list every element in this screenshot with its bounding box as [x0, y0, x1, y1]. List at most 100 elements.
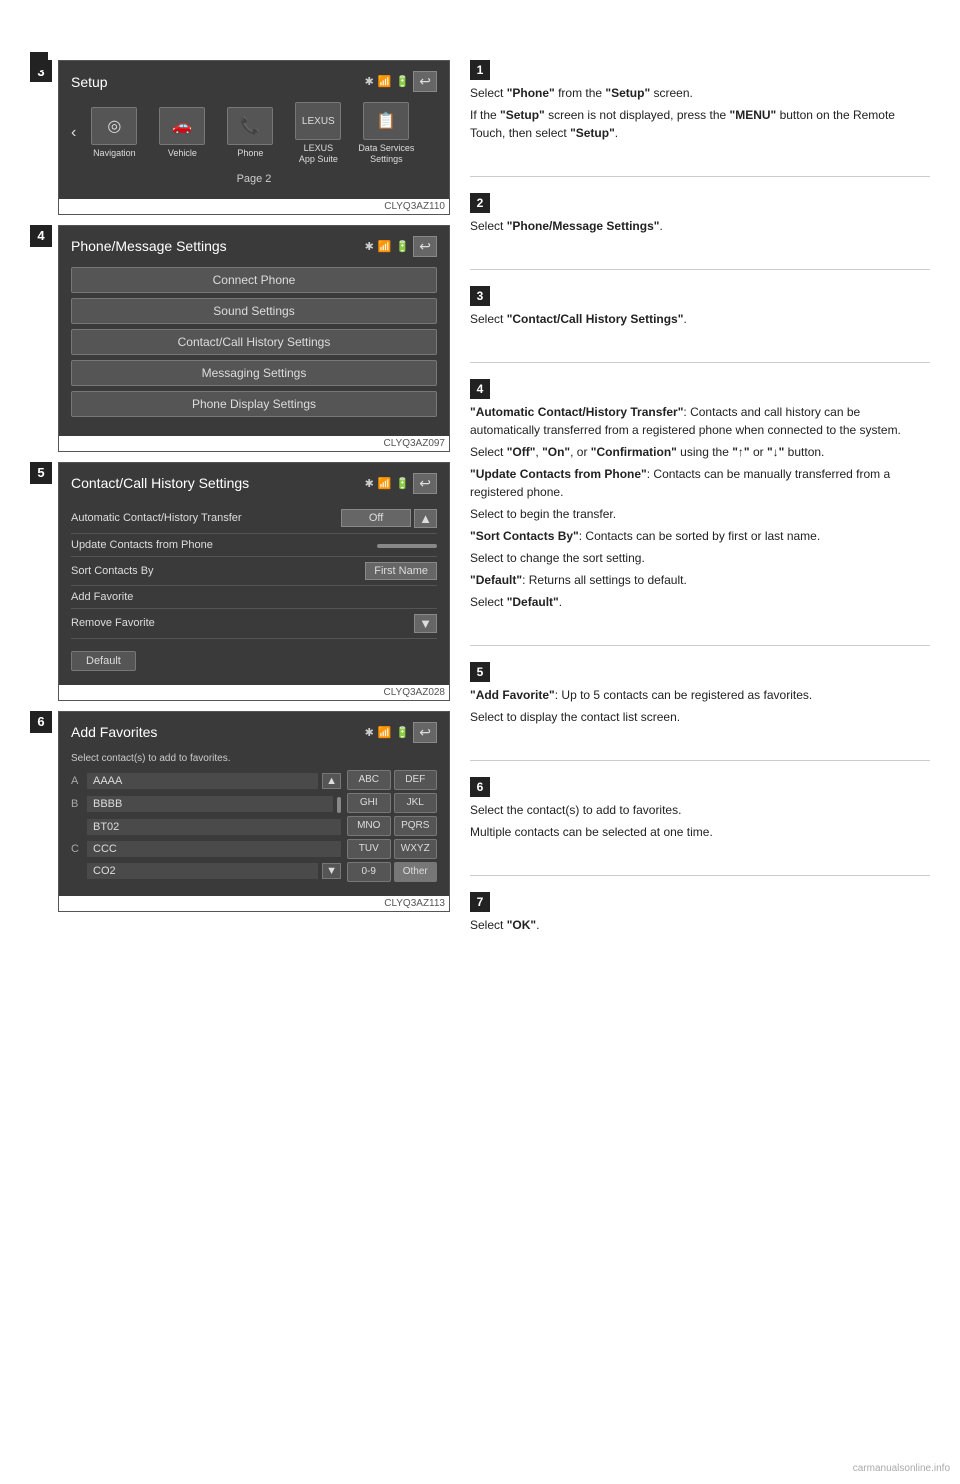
add-favorites-header: Add Favorites ✱ 📶 🔋 ↩ — [71, 722, 437, 743]
phone-icon-label: Phone — [237, 148, 263, 159]
nav-icon-item[interactable]: ◎ Navigation — [80, 107, 148, 159]
remove-favorite-row: Remove Favorite ▼ — [71, 609, 437, 639]
right-section-7-header: 7 — [470, 892, 930, 912]
signal-icon: 📶 — [378, 75, 392, 88]
sort-contacts-row: Sort Contacts By First Name — [71, 557, 437, 586]
add-favorites-icons: ✱ 📶 🔋 ↩ — [365, 722, 437, 743]
auto-transfer-up[interactable]: ▲ — [414, 509, 437, 528]
add-favorite-row[interactable]: Add Favorite — [71, 586, 437, 609]
alpha-tuv[interactable]: TUV — [347, 839, 391, 859]
auto-transfer-value: Off — [341, 509, 411, 527]
alpha-other[interactable]: Other — [394, 862, 438, 882]
contact-bbbb-bar — [337, 797, 341, 813]
contact-co2-arrow[interactable]: ▼ — [322, 863, 341, 879]
signal-icon-4: 📶 — [378, 726, 392, 739]
right-section-6: 6 Select the contact(s) to add to favori… — [470, 777, 930, 845]
setup-screen-inner: Setup ✱ 📶 🔋 ↩ ‹ ◎ Navigation — [59, 61, 449, 199]
default-button[interactable]: Default — [71, 651, 136, 671]
bluetooth-icon: ✱ — [365, 75, 374, 88]
contact-list: A AAAA ▲ B BBBB — [71, 770, 341, 882]
contact-aaaa-arrow[interactable]: ▲ — [322, 773, 341, 789]
phone-icon-item[interactable]: 📞 Phone — [216, 107, 284, 159]
section-6-row: 6 Add Favorites ✱ 📶 🔋 ↩ Select contact(s… — [30, 711, 450, 912]
badge-5-right: 5 — [470, 662, 490, 682]
add-favorites-code: CLYQ3AZ113 — [59, 896, 449, 911]
bt-icon-3: ✱ — [365, 477, 374, 490]
connect-phone-btn[interactable]: Connect Phone — [71, 267, 437, 293]
alpha-wxyz[interactable]: WXYZ — [394, 839, 438, 859]
alpha-def[interactable]: DEF — [394, 770, 438, 790]
vehicle-icon-item[interactable]: 🚗 Vehicle — [148, 107, 216, 159]
data-services-icon-label: Data ServicesSettings — [358, 143, 414, 165]
messaging-settings-btn[interactable]: Messaging Settings — [71, 360, 437, 386]
favorites-content: A AAAA ▲ B BBBB — [71, 770, 437, 882]
page-indicator — [30, 52, 48, 70]
contact-call-history-btn[interactable]: Contact/Call History Settings — [71, 329, 437, 355]
alpha-abc[interactable]: ABC — [347, 770, 391, 790]
left-column: 3 Setup ✱ 📶 🔋 ↩ ‹ — [30, 60, 450, 952]
group-label-a: A — [71, 775, 83, 787]
auto-transfer-label: Automatic Contact/History Transfer — [71, 512, 242, 524]
signal-icon-3: 📶 — [378, 477, 392, 490]
section-4-row: 4 Phone/Message Settings ✱ 📶 🔋 ↩ Connect… — [30, 225, 450, 452]
setup-screen-header: Setup ✱ 📶 🔋 ↩ — [71, 71, 437, 92]
badge-3-right: 3 — [470, 286, 490, 306]
sound-settings-btn[interactable]: Sound Settings — [71, 298, 437, 324]
page-label: Page 2 — [71, 173, 437, 185]
data-services-icon-item[interactable]: 📋 Data ServicesSettings — [352, 102, 420, 165]
contact-history-code: CLYQ3AZ028 — [59, 685, 449, 700]
right-text-1: Select "Phone" from the "Setup" screen. … — [470, 84, 930, 142]
back-button-4[interactable]: ↩ — [413, 722, 437, 743]
setup-screen-icons: ✱ 📶 🔋 ↩ — [365, 71, 437, 92]
back-button[interactable]: ↩ — [413, 71, 437, 92]
add-favorites-subtitle: Select contact(s) to add to favorites. — [71, 753, 437, 764]
right-section-1-header: 1 — [470, 60, 930, 80]
right-section-5-header: 5 — [470, 662, 930, 682]
right-section-2: 2 Select "Phone/Message Settings". — [470, 193, 930, 239]
section-3-row: 3 Setup ✱ 📶 🔋 ↩ ‹ — [30, 60, 450, 215]
divider-2-3 — [470, 269, 930, 270]
divider-6-7 — [470, 875, 930, 876]
contact-co2[interactable]: CO2 — [87, 863, 318, 879]
alpha-grid: ABC DEF GHI JKL MNO PQRS TUV WXYZ 0-9 Ot… — [347, 770, 437, 882]
badge-4-right: 4 — [470, 379, 490, 399]
divider-5-6 — [470, 760, 930, 761]
battery-icon-4: 🔋 — [396, 726, 410, 739]
phone-message-screen-panel: Phone/Message Settings ✱ 📶 🔋 ↩ Connect P… — [58, 225, 450, 452]
lexus-icon-item[interactable]: LEXUS LEXUSApp Suite — [284, 102, 352, 165]
alpha-mno[interactable]: MNO — [347, 816, 391, 836]
right-section-6-header: 6 — [470, 777, 930, 797]
add-favorites-screen-inner: Add Favorites ✱ 📶 🔋 ↩ Select contact(s) … — [59, 712, 449, 896]
phone-message-title: Phone/Message Settings — [71, 238, 227, 254]
nav-icon-box: ◎ — [91, 107, 137, 145]
contact-ccc[interactable]: CCC — [87, 841, 341, 857]
vehicle-icon-box: 🚗 — [159, 107, 205, 145]
contact-bbbb[interactable]: BBBB — [87, 796, 333, 812]
data-services-icon-box: 📋 — [363, 102, 409, 140]
bt-icon-4: ✱ — [365, 726, 374, 739]
divider-4-5 — [470, 645, 930, 646]
back-button-3[interactable]: ↩ — [413, 473, 437, 494]
remove-favorite-down[interactable]: ▼ — [414, 614, 437, 633]
alpha-pqrs[interactable]: PQRS — [394, 816, 438, 836]
alpha-09[interactable]: 0-9 — [347, 862, 391, 882]
phone-message-icons: ✱ 📶 🔋 ↩ — [365, 236, 437, 257]
alpha-jkl[interactable]: JKL — [394, 793, 438, 813]
right-section-4-header: 4 — [470, 379, 930, 399]
remove-favorite-label: Remove Favorite — [71, 617, 155, 629]
phone-message-header: Phone/Message Settings ✱ 📶 🔋 ↩ — [71, 236, 437, 257]
contact-bt02[interactable]: BT02 — [87, 819, 341, 835]
update-bar — [377, 544, 437, 548]
back-button-2[interactable]: ↩ — [413, 236, 437, 257]
phone-display-settings-btn[interactable]: Phone Display Settings — [71, 391, 437, 417]
contact-row-bbbb: B BBBB — [71, 792, 341, 816]
contact-history-title: Contact/Call History Settings — [71, 475, 249, 491]
nav-arrow-left[interactable]: ‹ — [71, 124, 80, 142]
right-text-4: "Automatic Contact/History Transfer": Co… — [470, 403, 930, 611]
setup-screen-code: CLYQ3AZ110 — [59, 199, 449, 214]
lexus-icon-label: LEXUSApp Suite — [299, 143, 338, 165]
badge-5-left: 5 — [30, 462, 52, 484]
alpha-ghi[interactable]: GHI — [347, 793, 391, 813]
contact-aaaa[interactable]: AAAA — [87, 773, 318, 789]
sort-contacts-label: Sort Contacts By — [71, 565, 154, 577]
